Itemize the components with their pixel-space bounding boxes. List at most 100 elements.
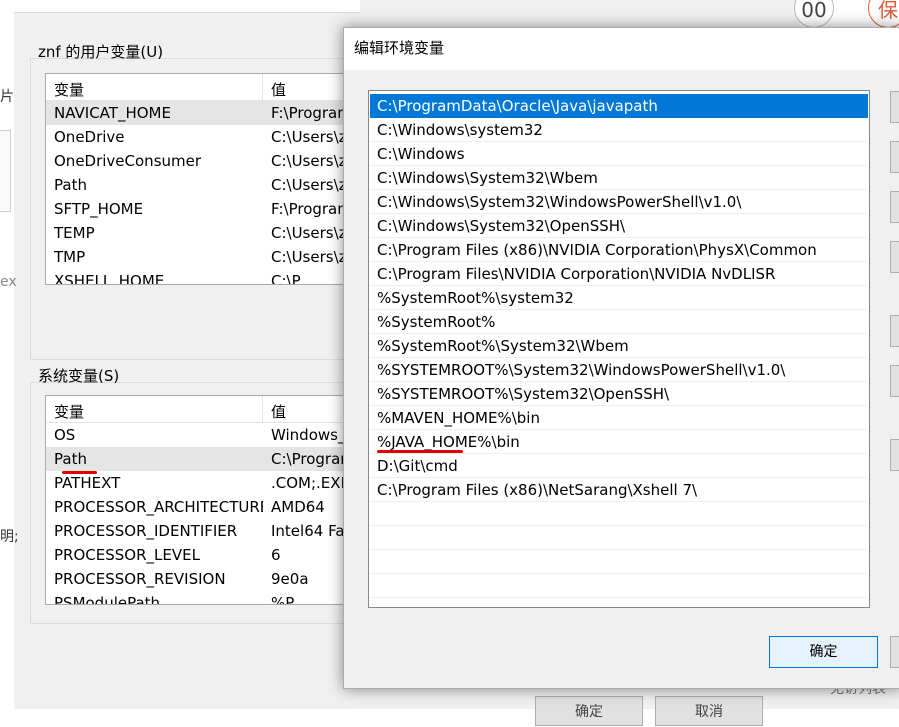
table-row[interactable]: TEMP C:\Users\z <box>46 221 366 245</box>
path-entry[interactable]: C:\ProgramData\Oracle\Java\javapath <box>370 94 868 118</box>
variable-value-cell: 6 <box>271 546 281 564</box>
path-entry[interactable]: D:\Git\cmd <box>370 454 868 478</box>
variable-name-cell: PSModulePath <box>54 594 161 605</box>
save-round-button[interactable]: 保 <box>868 0 899 28</box>
user-vars-list[interactable]: 变量 值 NAVICAT_HOME F:\Program OneDrive C:\Us… <box>45 73 367 285</box>
variable-value-cell: C:\Users\z <box>271 176 347 194</box>
variable-name-cell: PROCESSOR_REVISION <box>54 570 226 588</box>
table-row[interactable]: Path C:\Users\z <box>46 173 366 197</box>
empty-path-slot[interactable] <box>370 550 868 574</box>
strip-fragment: 明; <box>0 529 19 545</box>
bg-ok-button[interactable]: 确定 <box>535 696 643 726</box>
edit-env-var-dialog: 编辑环境变量 C:\ProgramData\Oracle\Java\javapa… <box>343 27 899 689</box>
path-entry[interactable]: C:\Windows\System32\WindowsPowerShell\v1… <box>370 190 868 214</box>
table-row[interactable]: OS Windows_ <box>46 423 366 447</box>
move-up-button[interactable] <box>890 315 899 347</box>
strip-fragment: ex <box>0 274 17 290</box>
path-entry[interactable]: C:\Program Files (x86)\NetSarang\Xshell … <box>370 478 868 502</box>
empty-path-slot[interactable] <box>370 526 868 550</box>
path-entry[interactable]: %SystemRoot%\System32\Wbem <box>370 334 868 358</box>
outside-top-right-area: 00 保 <box>794 0 899 30</box>
system-vars-list[interactable]: 变量 值 OS Windows_ Path C:\Progran PATHEXT .COM… <box>45 395 367 605</box>
path-entries-list[interactable]: C:\ProgramData\Oracle\Java\javapath C:\Wi… <box>368 90 870 608</box>
table-row[interactable]: XSHELL_HOME C:\P... <box>46 269 366 285</box>
empty-path-slot[interactable] <box>370 574 868 598</box>
dialog-titlebar[interactable]: 编辑环境变量 <box>344 28 899 70</box>
ok-button[interactable]: 确定 <box>769 636 878 668</box>
variable-name-cell: Path <box>54 176 87 194</box>
path-entry[interactable]: %SYSTEMROOT%\System32\OpenSSH\ <box>370 382 868 406</box>
variable-name-cell: XSHELL_HOME <box>54 272 165 285</box>
path-entry[interactable]: C:\Windows\System32\OpenSSH\ <box>370 214 868 238</box>
edit-text-button[interactable] <box>890 439 899 471</box>
variable-value-cell: %P... <box>271 594 307 605</box>
variable-value-cell: F:\Program <box>271 104 352 122</box>
table-row[interactable]: OneDrive C:\Users\z <box>46 125 366 149</box>
variable-value-cell: AMD64 <box>271 498 325 516</box>
column-header-value[interactable]: 值 <box>263 74 286 100</box>
table-row[interactable]: PROCESSOR_LEVEL 6 <box>46 543 366 567</box>
variable-value-cell: C:\Users\z <box>271 152 347 170</box>
strip-box <box>0 130 11 212</box>
path-entry[interactable]: C:\Windows\system32 <box>370 118 868 142</box>
table-row[interactable]: SFTP_HOME F:\Program <box>46 197 366 221</box>
table-row[interactable]: PROCESSOR_IDENTIFIER Intel64 Far <box>46 519 366 543</box>
user-vars-label: znf 的用户变量(U) <box>38 43 164 61</box>
variable-name-cell: PROCESSOR_LEVEL <box>54 546 200 564</box>
path-entry[interactable]: %SYSTEMROOT%\System32\WindowsPowerShell\… <box>370 358 868 382</box>
variable-value-cell: 9e0a <box>271 570 309 588</box>
path-entry[interactable]: C:\Program Files (x86)\NVIDIA Corporatio… <box>370 238 868 262</box>
system-vars-label: 系统变量(S) <box>38 367 120 385</box>
table-row[interactable]: PSModulePath %P... <box>46 591 366 605</box>
path-entry[interactable]: %MAVEN_HOME%\bin <box>370 406 868 430</box>
empty-path-slot[interactable] <box>370 502 868 526</box>
new-button[interactable] <box>890 91 899 123</box>
path-entry[interactable]: C:\Windows <box>370 142 868 166</box>
annotation-underline-java-home <box>377 450 463 453</box>
strip-fragment: 片 <box>0 89 14 105</box>
column-header-variable[interactable]: 变量 <box>46 396 263 422</box>
path-entry[interactable]: %SystemRoot% <box>370 310 868 334</box>
delete-button[interactable] <box>890 241 899 273</box>
edit-button[interactable] <box>890 141 899 173</box>
column-header-variable[interactable]: 变量 <box>46 74 263 100</box>
column-header-value[interactable]: 值 <box>263 396 286 422</box>
table-row[interactable]: PATHEXT .COM;.EXE <box>46 471 366 495</box>
list-header: 变量 值 <box>46 74 366 101</box>
table-row[interactable]: PROCESSOR_ARCHITECTURE AMD64 <box>46 495 366 519</box>
round-badge[interactable]: 00 <box>794 0 834 28</box>
annotation-underline-path <box>62 471 97 474</box>
table-row[interactable]: OneDriveConsumer C:\Users\z <box>46 149 366 173</box>
variable-name-cell: SFTP_HOME <box>54 200 144 218</box>
variable-value-cell: C:\Users\z <box>271 248 347 266</box>
user-vars-rows: NAVICAT_HOME F:\Program OneDrive C:\Users\z… <box>46 101 366 285</box>
path-entry[interactable]: C:\Windows\System32\Wbem <box>370 166 868 190</box>
variable-value-cell: C:\Users\z <box>271 224 347 242</box>
bg-cancel-button[interactable]: 取消 <box>655 696 763 726</box>
move-down-button[interactable] <box>890 365 899 397</box>
left-window-strip: 片 ex 明; <box>0 12 19 709</box>
list-header: 变量 值 <box>46 396 366 423</box>
system-vars-rows: OS Windows_ Path C:\Progran PATHEXT .COM;.EXE… <box>46 423 366 605</box>
variable-value-cell: .COM;.EXE <box>271 474 351 492</box>
table-row[interactable]: NAVICAT_HOME F:\Program <box>46 101 366 125</box>
browse-button[interactable] <box>890 191 899 223</box>
variable-name-cell: OS <box>54 426 76 444</box>
variable-name-cell: TEMP <box>54 224 95 242</box>
path-entry[interactable]: %SystemRoot%\system32 <box>370 286 868 310</box>
variable-value-cell: Intel64 Far <box>271 522 351 540</box>
dialog-title: 编辑环境变量 <box>354 39 445 57</box>
variable-name-cell: NAVICAT_HOME <box>54 104 171 122</box>
variable-name-cell: Path <box>54 450 87 468</box>
variable-value-cell: Windows_ <box>271 426 346 444</box>
variable-value-cell: C:\Users\z <box>271 128 347 146</box>
variable-name-cell: TMP <box>54 248 86 266</box>
variable-value-cell: C:\Progran <box>271 450 350 468</box>
table-row[interactable]: TMP C:\Users\z <box>46 245 366 269</box>
table-row[interactable]: PROCESSOR_REVISION 9e0a <box>46 567 366 591</box>
variable-name-cell: PROCESSOR_IDENTIFIER <box>54 522 238 540</box>
path-entry[interactable]: C:\Program Files\NVIDIA Corporation\NVID… <box>370 262 868 286</box>
cancel-button[interactable] <box>890 636 899 668</box>
table-row[interactable]: Path C:\Progran <box>46 447 366 471</box>
variable-name-cell: OneDrive <box>54 128 125 146</box>
